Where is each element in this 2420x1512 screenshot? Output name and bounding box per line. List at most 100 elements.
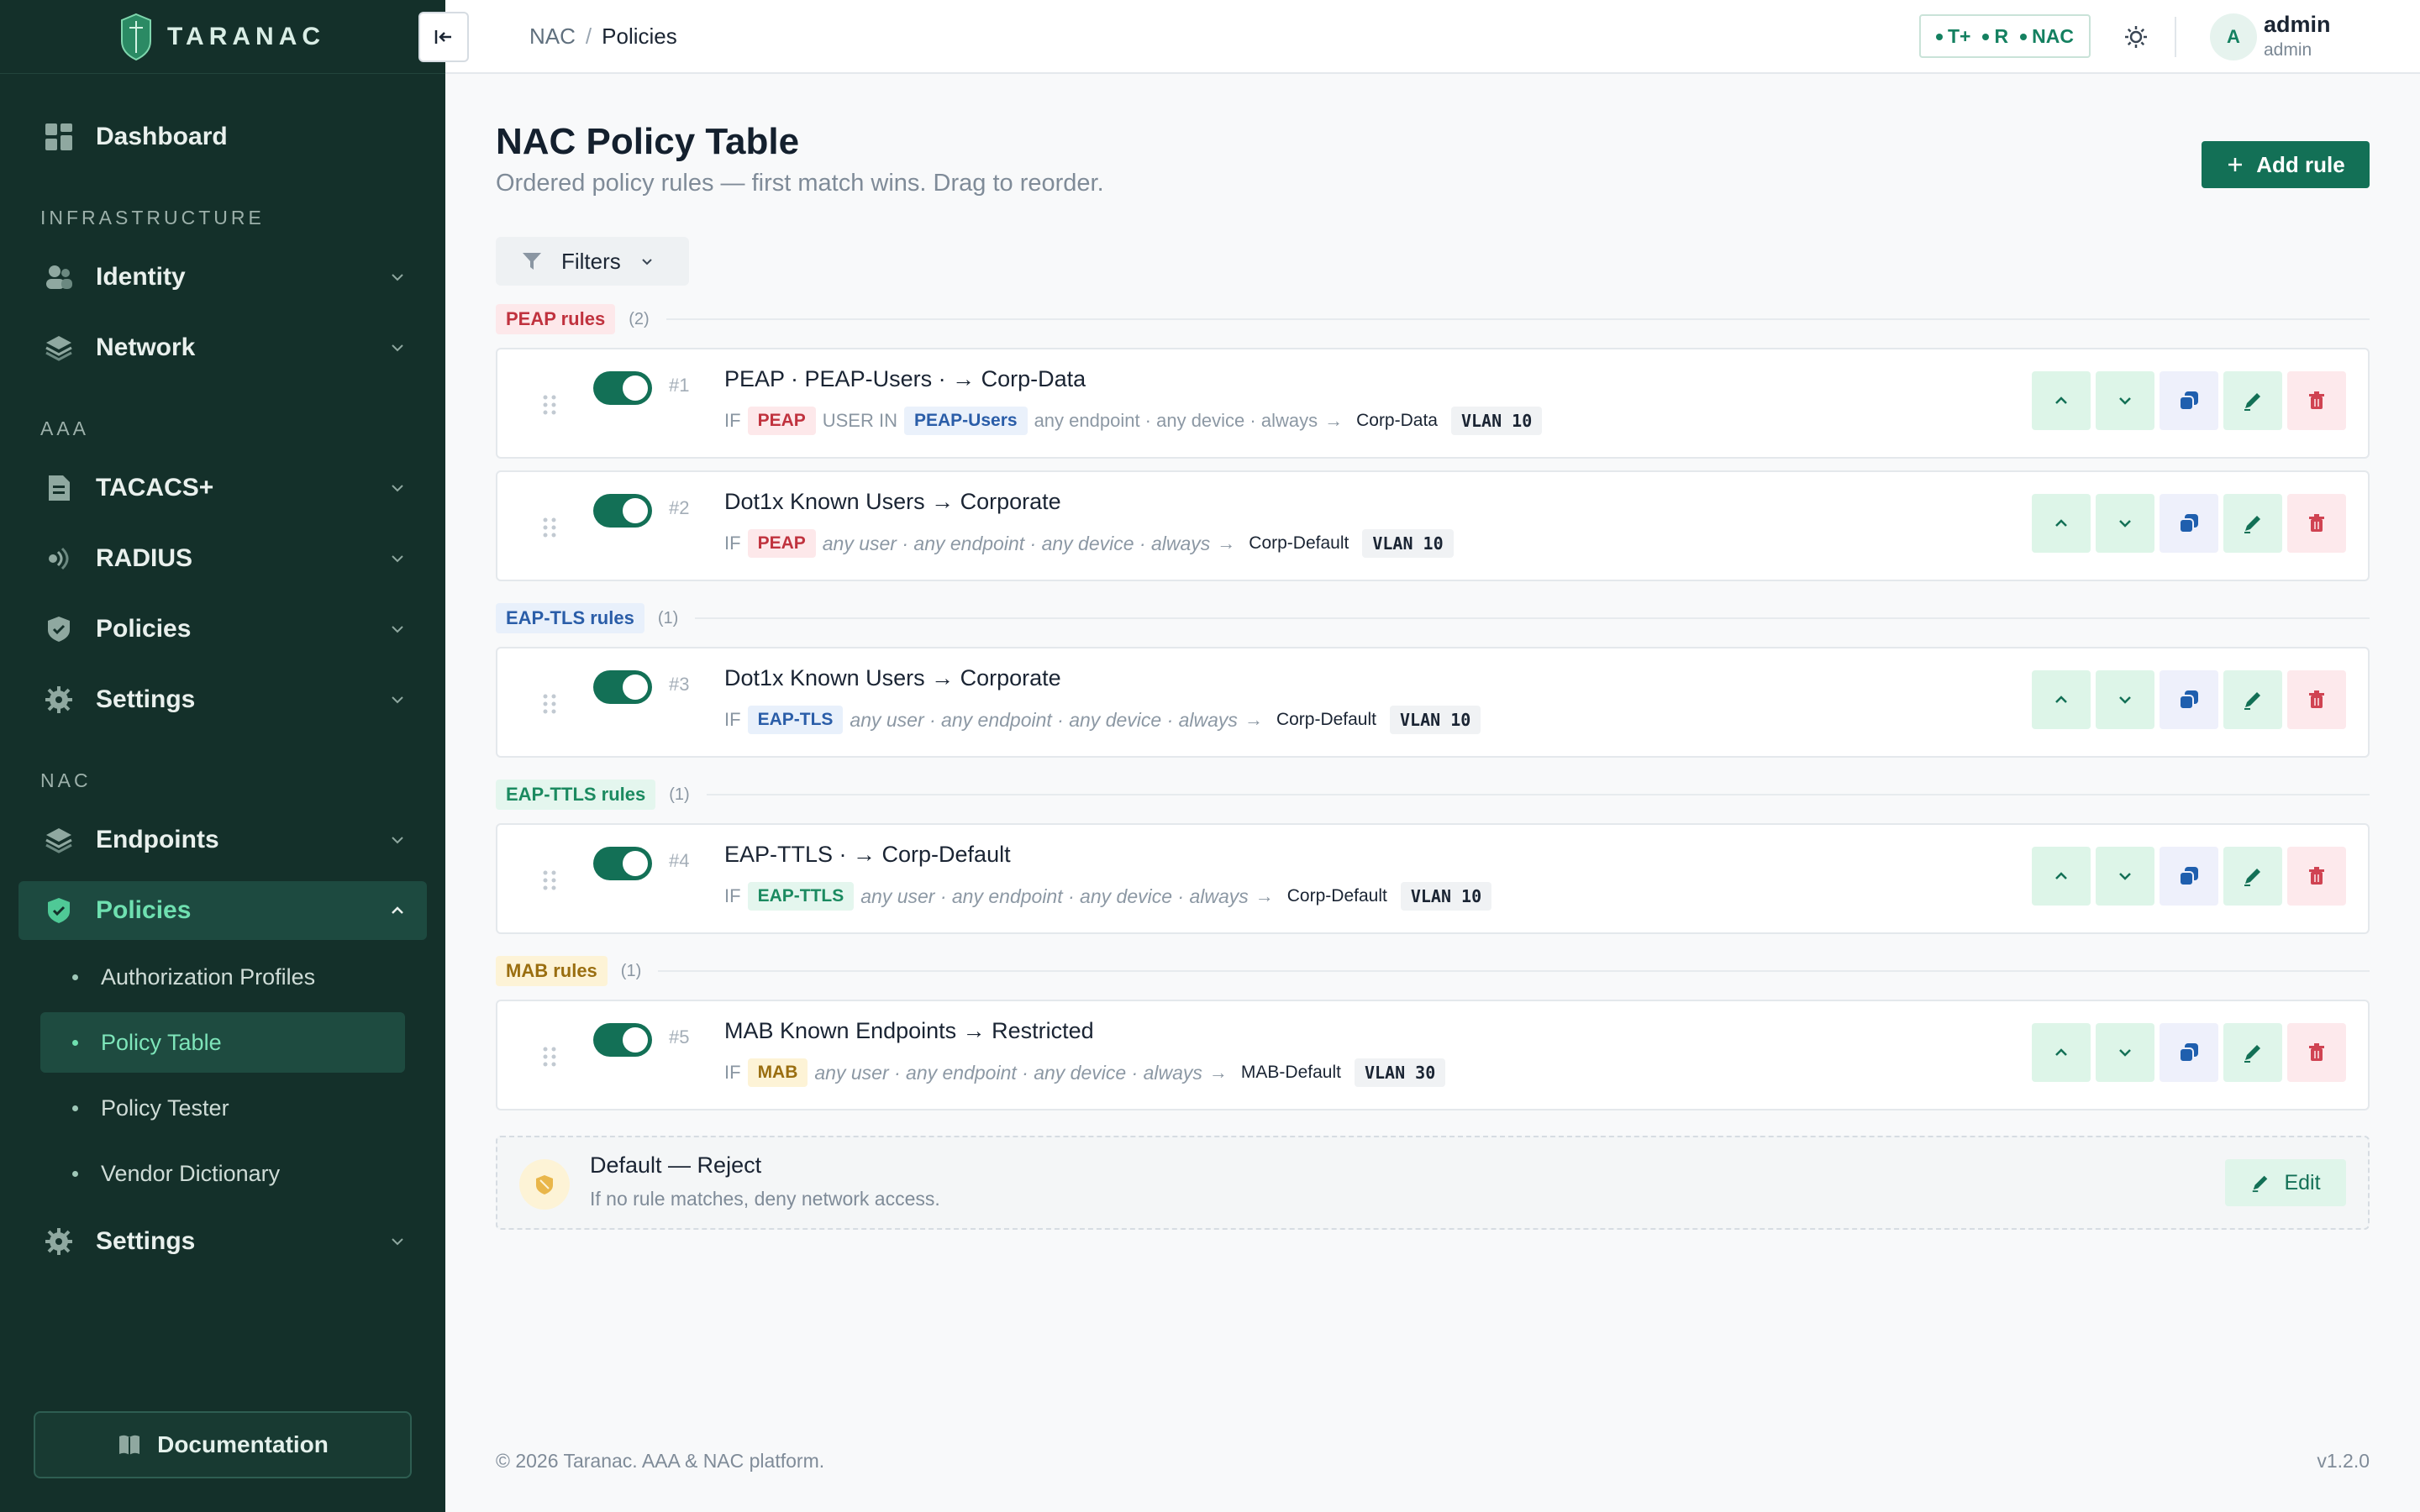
documentation-button[interactable]: Documentation xyxy=(34,1411,412,1478)
rule-card[interactable]: #4 EAP-TTLS · → Corp-Default IF EAP-TTLS… xyxy=(496,823,2370,934)
drag-handle-icon[interactable] xyxy=(541,393,558,417)
rule-enabled-toggle[interactable] xyxy=(593,494,652,528)
delete-button[interactable] xyxy=(2287,670,2346,729)
move-up-button[interactable] xyxy=(2032,494,2091,553)
rule-number: #4 xyxy=(669,850,690,871)
profile-name: Corp-Default xyxy=(1249,533,1349,553)
nav-nac-policies-label: Policies xyxy=(96,896,192,924)
default-rule-title: Default — Reject xyxy=(590,1152,762,1178)
edit-button[interactable] xyxy=(2223,494,2282,553)
group-header-eap-ttls: EAP-TTLS rules (1) xyxy=(496,780,2370,810)
condition-text: any user · any endpoint · any device · a… xyxy=(814,1061,1202,1084)
pencil-icon xyxy=(2244,516,2260,533)
drag-handle-icon[interactable] xyxy=(541,692,558,716)
nav-aaa-settings[interactable]: Settings xyxy=(18,670,427,729)
nav-dashboard[interactable]: Dashboard xyxy=(18,108,427,166)
rule-enabled-toggle[interactable] xyxy=(593,1023,652,1057)
filters-label: Filters xyxy=(561,248,621,274)
chevron-down-icon xyxy=(2119,696,2131,704)
protocol-tacacs: T+ xyxy=(1936,25,1970,48)
book-icon xyxy=(119,1435,140,1455)
rule-card[interactable]: #3 Dot1x Known Users → Corporate IF EAP-… xyxy=(496,647,2370,758)
group-header-eap-tls: EAP-TLS rules (1) xyxy=(496,603,2370,633)
rule-card[interactable]: #5 MAB Known Endpoints → Restricted IF M… xyxy=(496,1000,2370,1110)
profile-name: Corp-Default xyxy=(1276,710,1376,729)
trash-icon xyxy=(2309,867,2324,885)
collapse-sidebar-button[interactable] xyxy=(418,12,469,62)
user-name[interactable]: admin xyxy=(2264,12,2331,38)
duplicate-button[interactable] xyxy=(2160,371,2218,430)
drag-handle-icon[interactable] xyxy=(541,516,558,539)
rule-conditions: IF EAP-TLS any user · any endpoint · any… xyxy=(724,706,1481,734)
pencil-icon xyxy=(2244,692,2260,710)
rule-conditions: IF PEAP USER IN PEAP-Users any endpoint … xyxy=(724,407,1543,435)
delete-button[interactable] xyxy=(2287,847,2346,906)
subnav-label: Authorization Profiles xyxy=(101,963,316,990)
move-up-button[interactable] xyxy=(2032,371,2091,430)
avatar[interactable]: A xyxy=(2210,13,2257,60)
brand[interactable]: TARANAC xyxy=(0,0,445,74)
group-count: (1) xyxy=(620,961,642,980)
duplicate-button[interactable] xyxy=(2160,494,2218,553)
rule-number: #5 xyxy=(669,1026,690,1047)
nav-aaa-policies-label: Policies xyxy=(96,615,192,643)
edit-button[interactable] xyxy=(2223,371,2282,430)
layers-icon xyxy=(44,333,74,363)
subnav-vendor-dictionary[interactable]: Vendor Dictionary xyxy=(40,1143,405,1204)
subnav-policy-tester[interactable]: Policy Tester xyxy=(40,1078,405,1138)
nav-identity[interactable]: Identity xyxy=(18,248,427,307)
move-down-button[interactable] xyxy=(2096,371,2154,430)
edit-button[interactable] xyxy=(2223,847,2282,906)
chevron-down-icon xyxy=(2119,1049,2131,1057)
profile-name: Corp-Data xyxy=(1356,411,1438,430)
filters-button[interactable]: Filters xyxy=(496,237,689,286)
nav-radius[interactable]: RADIUS xyxy=(18,529,427,588)
nav-tacacs[interactable]: TACACS+ xyxy=(18,459,427,517)
rule-enabled-toggle[interactable] xyxy=(593,371,652,405)
duplicate-button[interactable] xyxy=(2160,847,2218,906)
move-down-button[interactable] xyxy=(2096,847,2154,906)
rule-card[interactable]: #1 PEAP · PEAP-Users · → Corp-Data IF PE… xyxy=(496,348,2370,459)
nav-aaa-policies[interactable]: Policies xyxy=(18,600,427,659)
nav-network[interactable]: Network xyxy=(18,318,427,377)
edit-button[interactable] xyxy=(2223,670,2282,729)
move-down-button[interactable] xyxy=(2096,1023,2154,1082)
delete-button[interactable] xyxy=(2287,1023,2346,1082)
copy-icon xyxy=(2179,514,2198,533)
nav-radius-label: RADIUS xyxy=(96,544,193,572)
rule-card[interactable]: #2 Dot1x Known Users → Corporate IF PEAP… xyxy=(496,470,2370,581)
user-group-chip: PEAP-Users xyxy=(904,407,1028,435)
vlan-badge: VLAN 10 xyxy=(1400,882,1492,911)
delete-button[interactable] xyxy=(2287,494,2346,553)
rule-enabled-toggle[interactable] xyxy=(593,847,652,880)
nav-endpoints[interactable]: Endpoints xyxy=(18,811,427,869)
rule-title: Dot1x Known Users → Corporate xyxy=(724,665,1061,690)
plus-icon xyxy=(2228,158,2243,171)
drag-handle-icon[interactable] xyxy=(541,1045,558,1068)
subnav-authorization-profiles[interactable]: Authorization Profiles xyxy=(40,947,405,1007)
rule-enabled-toggle[interactable] xyxy=(593,670,652,704)
method-chip: EAP-TLS xyxy=(747,706,844,734)
topbar: NAC / Policies T+ R NAC A admin admin xyxy=(418,0,2420,74)
nav-nac-policies[interactable]: Policies xyxy=(18,881,427,940)
drag-handle-icon[interactable] xyxy=(541,869,558,892)
move-up-button[interactable] xyxy=(2032,1023,2091,1082)
theme-toggle-button[interactable] xyxy=(2118,18,2154,55)
chevron-down-icon xyxy=(392,344,403,352)
subnav-policy-table[interactable]: Policy Table xyxy=(40,1012,405,1073)
sun-icon xyxy=(2125,26,2147,48)
add-rule-button[interactable]: Add rule xyxy=(2202,141,2370,188)
duplicate-button[interactable] xyxy=(2160,1023,2218,1082)
move-up-button[interactable] xyxy=(2032,847,2091,906)
move-down-button[interactable] xyxy=(2096,494,2154,553)
breadcrumb-nac[interactable]: NAC xyxy=(529,24,576,50)
move-down-button[interactable] xyxy=(2096,670,2154,729)
dashboard-icon xyxy=(44,122,74,152)
delete-button[interactable] xyxy=(2287,371,2346,430)
default-edit-button[interactable]: Edit xyxy=(2225,1159,2346,1206)
duplicate-button[interactable] xyxy=(2160,670,2218,729)
user-in-keyword: USER IN xyxy=(822,410,897,431)
move-up-button[interactable] xyxy=(2032,670,2091,729)
edit-button[interactable] xyxy=(2223,1023,2282,1082)
nav-nac-settings[interactable]: Settings xyxy=(18,1212,427,1271)
